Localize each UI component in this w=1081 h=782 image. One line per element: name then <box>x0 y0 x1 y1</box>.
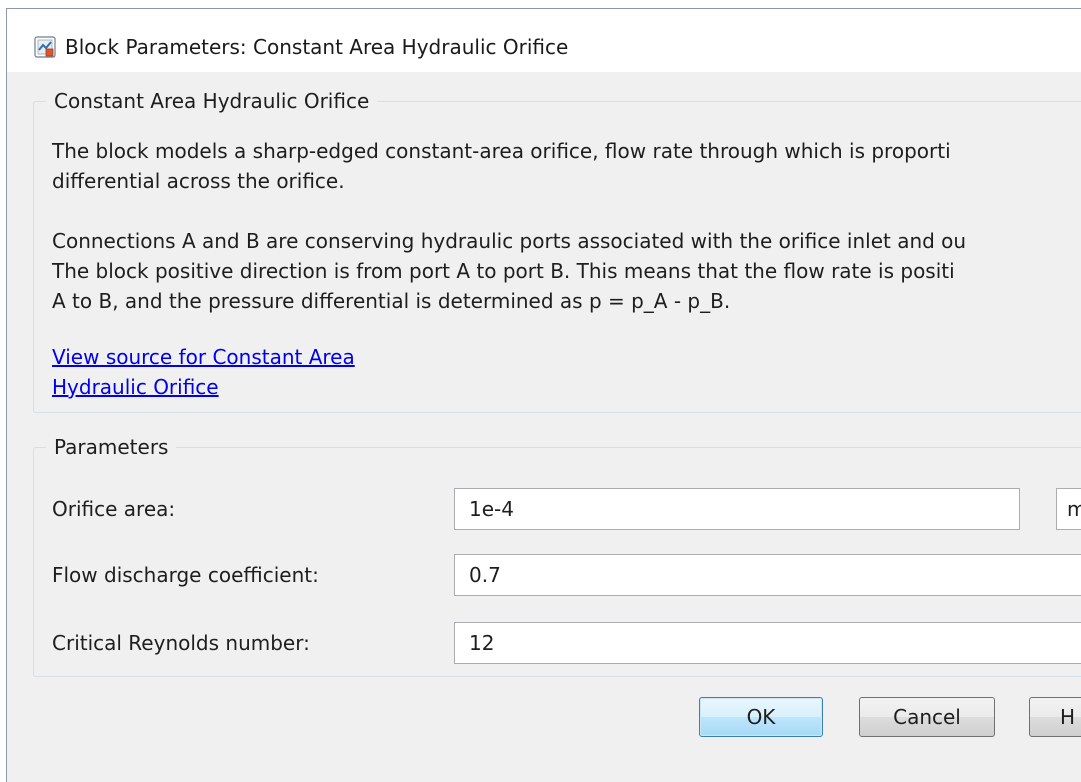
view-source-link-line-1[interactable]: View source for Constant Area <box>52 345 355 369</box>
block-parameters-dialog: Block Parameters: Constant Area Hydrauli… <box>6 8 1081 782</box>
orifice-area-unit-select[interactable]: m <box>1056 488 1081 530</box>
description-group-title: Constant Area Hydraulic Orifice <box>46 86 378 116</box>
parameters-group-title: Parameters <box>46 432 177 462</box>
description-p2-line-2: The block positive direction is from por… <box>52 259 955 283</box>
flow-discharge-coefficient-input[interactable]: 0.7 <box>454 554 1081 596</box>
title-bar[interactable]: Block Parameters: Constant Area Hydrauli… <box>7 9 1081 72</box>
description-group: Constant Area Hydraulic Orifice The bloc… <box>33 86 1081 413</box>
ok-button[interactable]: OK <box>699 697 823 737</box>
description-paragraph-1: The block models a sharp-edged constant-… <box>52 136 951 196</box>
cancel-button[interactable]: Cancel <box>859 697 995 737</box>
description-p2-line-3: A to B, and the pressure differential is… <box>52 289 731 313</box>
orifice-area-input[interactable]: 1e-4 <box>454 488 1020 530</box>
description-p1-line-1: The block models a sharp-edged constant-… <box>52 139 951 163</box>
view-source-link[interactable]: View source for Constant Area Hydraulic … <box>52 342 472 402</box>
description-p2-line-1: Connections A and B are conserving hydra… <box>52 229 967 253</box>
critical-reynolds-number-label: Critical Reynolds number: <box>52 631 310 655</box>
view-source-link-line-2[interactable]: Hydraulic Orifice <box>52 375 219 399</box>
simulink-block-icon <box>34 36 56 58</box>
critical-reynolds-number-input[interactable]: 12 <box>454 622 1081 664</box>
description-paragraph-2: Connections A and B are conserving hydra… <box>52 226 966 316</box>
window-title: Block Parameters: Constant Area Hydrauli… <box>65 35 569 59</box>
orifice-area-label: Orifice area: <box>52 497 176 521</box>
parameters-group: Parameters Orifice area: 1e-4 m Flow dis… <box>33 432 1081 677</box>
flow-discharge-coefficient-label: Flow discharge coefficient: <box>52 563 319 587</box>
description-p1-line-2: differential across the orifice. <box>52 169 345 193</box>
help-button[interactable]: H <box>1029 697 1081 737</box>
